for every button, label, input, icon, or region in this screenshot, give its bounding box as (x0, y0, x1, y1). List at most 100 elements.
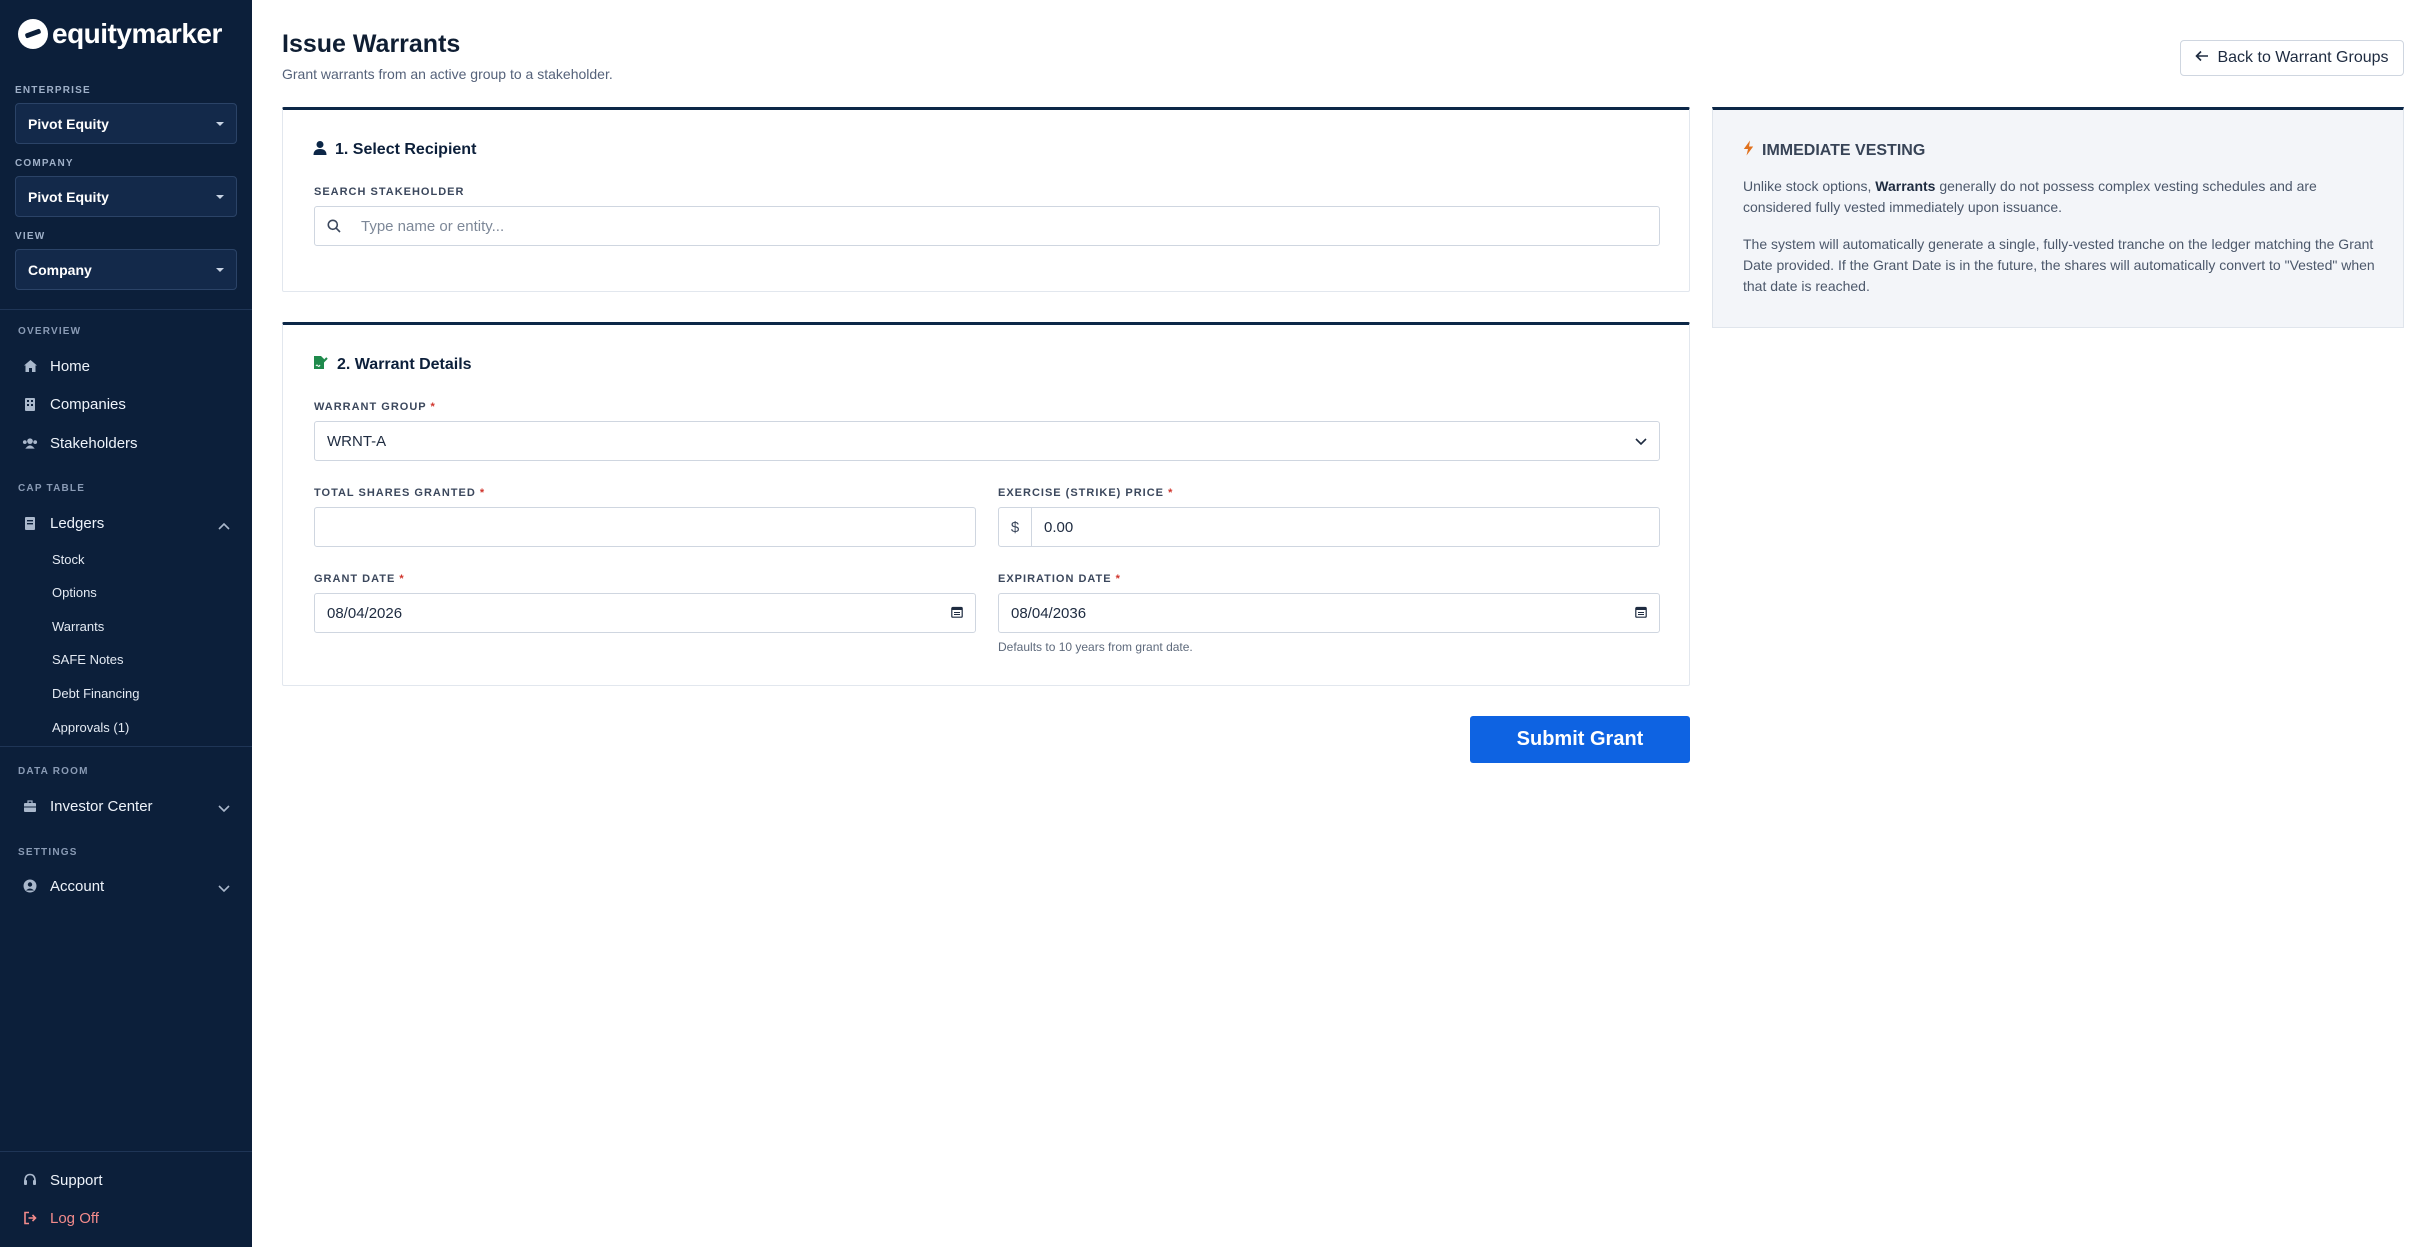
info-text: Unlike stock options, (1743, 178, 1876, 194)
overview-section-label: OVERVIEW (18, 326, 82, 337)
expiration-date-label: EXPIRATION DATE * (998, 573, 1121, 585)
info-paragraph-1: Unlike stock options, Warrants generally… (1743, 176, 2383, 218)
home-icon (22, 358, 38, 374)
user-circle-icon (22, 878, 38, 894)
sidebar-subitem-stock[interactable]: Stock (52, 552, 85, 567)
required-marker: * (1115, 573, 1121, 585)
enterprise-value: Pivot Equity (28, 115, 109, 132)
chevron-up-icon[interactable] (218, 517, 230, 534)
building-icon (22, 396, 38, 412)
sidebar-item-home[interactable]: Home (0, 349, 252, 383)
search-placeholder: Type name or entity... (361, 217, 505, 235)
settings-section-label: SETTINGS (18, 847, 78, 858)
grant-date-input[interactable]: 08/04/2026 (314, 593, 976, 633)
expiration-hint: Defaults to 10 years from grant date. (998, 640, 1193, 654)
briefcase-icon (22, 798, 38, 814)
grant-date-value: 08/04/2026 (327, 604, 403, 622)
sidebar-item-stakeholders[interactable]: Stakeholders (0, 426, 252, 460)
arrow-left-icon (2195, 49, 2209, 67)
info-title: IMMEDIATE VESTING (1743, 140, 1925, 161)
info-paragraph-2: The system will automatically generate a… (1743, 236, 2375, 294)
calendar-icon[interactable] (1635, 605, 1647, 622)
view-value: Company (28, 261, 92, 278)
chevron-down-icon[interactable] (218, 880, 230, 897)
card-title-text: 2. Warrant Details (337, 356, 472, 373)
exercise-price-label: EXERCISE (STRIKE) PRICE * (998, 487, 1173, 499)
sidebar-item-ledgers[interactable]: Ledgers (0, 506, 252, 540)
caret-down-icon (216, 267, 224, 272)
sidebar-divider (0, 1151, 252, 1152)
label-text: EXPIRATION DATE (998, 573, 1112, 585)
sidebar: equitymarker ENTERPRISE Pivot Equity COM… (0, 0, 252, 1247)
brand-logo[interactable]: equitymarker (18, 16, 222, 52)
sidebar-subitem-safe-notes[interactable]: SAFE Notes (52, 652, 124, 667)
sidebar-subitem-approvals[interactable]: Approvals (1) (52, 720, 129, 735)
sidebar-item-label: Support (50, 1171, 103, 1189)
chevron-down-icon[interactable] (218, 800, 230, 817)
required-marker: * (479, 487, 486, 499)
dataroom-section-label: DATA ROOM (18, 766, 89, 777)
back-button-label: Back to Warrant Groups (2217, 49, 2389, 66)
captable-section-label: CAP TABLE (18, 483, 86, 494)
page-subtitle: Grant warrants from an active group to a… (282, 66, 613, 82)
label-text: EXERCISE (STRIKE) PRICE (998, 487, 1165, 499)
logo-icon (18, 19, 48, 49)
required-marker: * (399, 573, 405, 585)
required-marker: * (430, 401, 436, 413)
select-recipient-card: 1. Select Recipient SEARCH STAKEHOLDER T… (282, 107, 1690, 292)
info-bold-text: Warrants (1875, 178, 1936, 194)
sidebar-item-label: Account (50, 877, 105, 895)
chevron-down-icon (1635, 433, 1647, 450)
label-text: GRANT DATE (314, 573, 396, 585)
enterprise-select[interactable]: Pivot Equity (15, 103, 237, 144)
submit-grant-button[interactable]: Submit Grant (1470, 716, 1690, 763)
exercise-price-input[interactable]: $ 0.00 (998, 507, 1660, 547)
select-recipient-title: 1. Select Recipient (313, 140, 476, 160)
logout-icon (22, 1210, 38, 1226)
sidebar-item-logoff[interactable]: Log Off (0, 1201, 252, 1235)
info-title-text: IMMEDIATE VESTING (1762, 141, 1926, 159)
label-text: TOTAL SHARES GRANTED (314, 487, 476, 499)
sidebar-item-support[interactable]: Support (0, 1163, 252, 1197)
sidebar-item-investor-center[interactable]: Investor Center (0, 789, 252, 823)
company-value: Pivot Equity (28, 188, 109, 205)
expiration-date-input[interactable]: 08/04/2036 (998, 593, 1660, 633)
enterprise-label: ENTERPRISE (15, 85, 91, 96)
sidebar-item-label: Investor Center (50, 797, 153, 815)
search-stakeholder-input[interactable]: Type name or entity... (314, 206, 1660, 246)
search-stakeholder-label: SEARCH STAKEHOLDER (314, 186, 465, 198)
calendar-icon[interactable] (951, 605, 963, 622)
file-signature-icon (313, 355, 329, 375)
caret-down-icon (216, 194, 224, 199)
total-shares-input[interactable] (314, 507, 976, 547)
back-to-warrant-groups-button[interactable]: Back to Warrant Groups (2180, 40, 2404, 76)
headset-icon (22, 1172, 38, 1188)
required-marker: * (1168, 487, 1174, 499)
sidebar-subitem-debt-financing[interactable]: Debt Financing (52, 686, 139, 701)
company-select[interactable]: Pivot Equity (15, 176, 237, 217)
sidebar-item-label: Companies (50, 395, 126, 413)
company-label: COMPANY (15, 158, 74, 169)
search-icon (327, 219, 341, 233)
warrant-group-select[interactable]: WRNT-A (314, 421, 1660, 461)
book-icon (22, 515, 38, 531)
user-icon (313, 140, 327, 160)
warrant-details-title: 2. Warrant Details (313, 355, 472, 375)
total-shares-label: TOTAL SHARES GRANTED * (314, 487, 485, 499)
label-text: WARRANT GROUP (314, 401, 427, 413)
card-title-text: 1. Select Recipient (335, 141, 477, 158)
sidebar-item-account[interactable]: Account (0, 869, 252, 903)
users-icon (22, 435, 38, 451)
view-select[interactable]: Company (15, 249, 237, 290)
warrant-group-value: WRNT-A (327, 432, 387, 450)
page-title: Issue Warrants (282, 30, 461, 58)
sidebar-item-label: Home (50, 357, 91, 375)
currency-prefix: $ (999, 508, 1032, 546)
sidebar-subitem-options[interactable]: Options (52, 585, 97, 600)
sidebar-item-companies[interactable]: Companies (0, 387, 252, 421)
caret-down-icon (216, 121, 224, 126)
sidebar-subitem-warrants[interactable]: Warrants (52, 619, 104, 634)
sidebar-item-label: Ledgers (50, 514, 105, 532)
exercise-price-value: 0.00 (1044, 518, 1074, 536)
expiration-date-value: 08/04/2036 (1011, 604, 1087, 622)
